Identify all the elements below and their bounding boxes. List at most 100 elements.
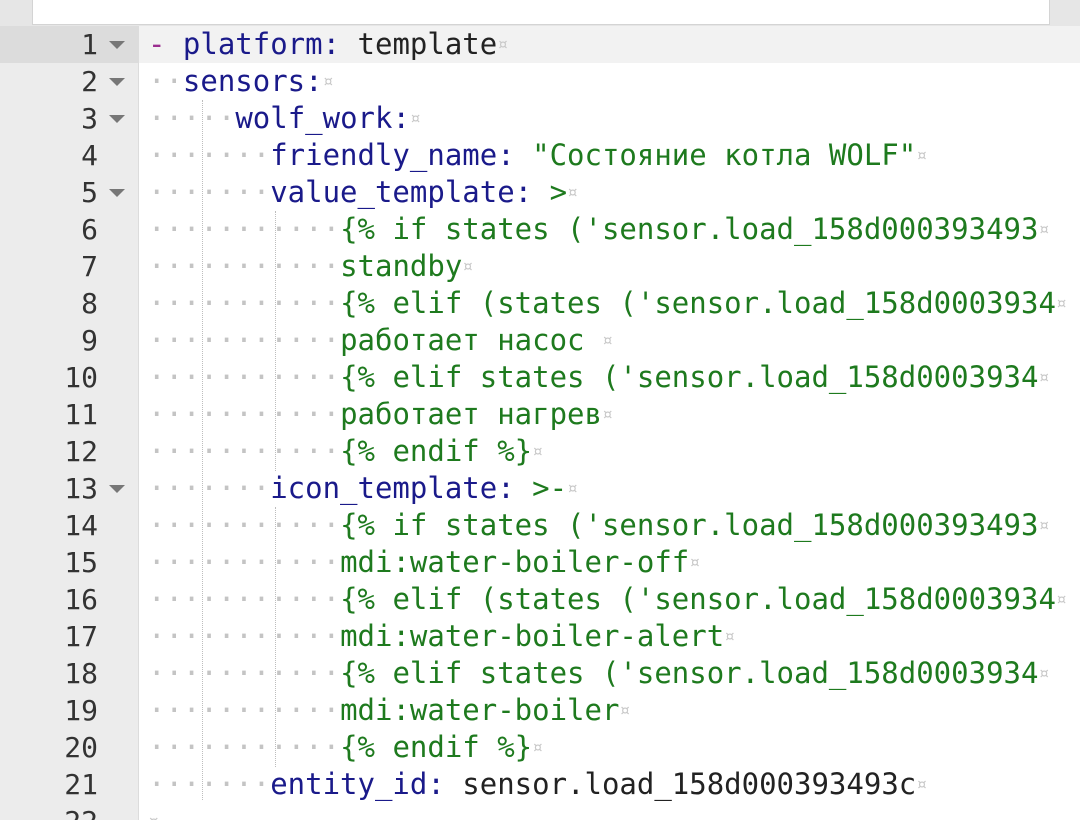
code-line[interactable]: 21 ·······entity_id: sensor.load_158d0003… (0, 766, 1080, 803)
whitespace-dots: ··········· (148, 693, 341, 727)
code-text: ···········{% elif (states ('sensor.load… (148, 581, 1067, 618)
line-number: 21 (64, 768, 98, 801)
code-text: ··sensors:¤ (148, 63, 333, 100)
line-number: 10 (64, 361, 98, 394)
whitespace-dots: ··········· (148, 249, 341, 283)
code-line[interactable]: 22 ¤ (0, 803, 1080, 820)
end-of-line-marker: ¤ (322, 71, 334, 92)
code-token: sensors: (182, 64, 323, 98)
code-line[interactable]: 1 - platform: template¤ (0, 26, 1080, 63)
code-token: standby (340, 249, 463, 283)
fold-triangle-icon[interactable] (109, 41, 125, 49)
whitespace-dots: ······· (148, 471, 271, 505)
code-token: mdi:water-boiler (340, 693, 620, 727)
line-number: 6 (81, 213, 98, 246)
end-of-line-marker: ¤ (689, 552, 701, 573)
code-text: ·······friendly_name: "Состояние котла W… (148, 137, 927, 174)
code-token: entity_id: (270, 767, 445, 801)
code-text: ···········{% endif %}¤ (148, 433, 543, 470)
whitespace-dots: ··········· (148, 323, 341, 357)
code-line[interactable]: 20 ···········{% endif %}¤ (0, 729, 1080, 766)
line-number: 2 (81, 65, 98, 98)
code-token: > (532, 175, 568, 209)
end-of-line-marker: ¤ (1055, 293, 1067, 314)
code-line[interactable]: 2 ··sensors:¤ (0, 63, 1080, 100)
end-of-line-marker: ¤ (1038, 515, 1050, 536)
code-text: ·····wolf_work:¤ (148, 100, 421, 137)
code-token: {% if states ('sensor.load_158d000393493 (340, 212, 1039, 246)
code-token: template (340, 27, 498, 61)
end-of-line-marker: ¤ (916, 774, 928, 795)
end-of-line-marker: ¤ (462, 256, 474, 277)
code-line[interactable]: 19 ···········mdi:water-boiler¤ (0, 692, 1080, 729)
code-token: friendly_name: (270, 138, 515, 172)
code-text: ···········{% elif (states ('sensor.load… (148, 285, 1067, 322)
whitespace-dots: ··········· (148, 434, 341, 468)
whitespace-dots: ··········· (148, 582, 341, 616)
code-line[interactable]: 8 ···········{% elif (states ('sensor.loa… (0, 285, 1080, 322)
code-line[interactable]: 15 ···········mdi:water-boiler-off¤ (0, 544, 1080, 581)
code-text: ···········standby¤ (148, 248, 473, 285)
code-line[interactable]: 17 ···········mdi:water-boiler-alert¤ (0, 618, 1080, 655)
whitespace-dots: ······· (148, 767, 271, 801)
code-text: ···········mdi:water-boiler¤ (148, 692, 630, 729)
code-line[interactable]: 18 ···········{% elif states ('sensor.loa… (0, 655, 1080, 692)
line-number: 4 (81, 139, 98, 172)
code-text: ···········работает нагрев¤ (148, 396, 613, 433)
whitespace-dots: ··········· (148, 360, 341, 394)
code-line[interactable]: 6 ···········{% if states ('sensor.load_1… (0, 211, 1080, 248)
whitespace-dots: ··········· (148, 286, 341, 320)
whitespace-dots: ··········· (148, 508, 341, 542)
code-token: {% elif (states ('sensor.load_158d000393… (340, 582, 1056, 616)
end-of-line-marker: ¤ (567, 182, 578, 203)
whitespace-dots: ·· (148, 64, 183, 98)
code-line[interactable]: 14 ···········{% if states ('sensor.load_… (0, 507, 1080, 544)
fold-triangle-icon[interactable] (109, 115, 125, 123)
code-token: value_template: (270, 175, 533, 209)
code-token: platform: (182, 27, 341, 61)
fold-triangle-icon[interactable] (109, 189, 125, 197)
code-token: {% if states ('sensor.load_158d000393493 (340, 508, 1039, 542)
code-token: wolf_work: (235, 101, 410, 135)
code-token: работает насос (340, 323, 602, 357)
code-text: ···········{% elif states ('sensor.load_… (148, 359, 1049, 396)
end-of-line-marker: ¤ (619, 700, 631, 721)
end-of-line-marker: ¤ (532, 441, 543, 462)
code-line[interactable]: 4 ·······friendly_name: "Состояние котла … (0, 137, 1080, 174)
code-line[interactable]: 7 ···········standby¤ (0, 248, 1080, 285)
code-line[interactable]: 11 ···········работает нагрев¤ (0, 396, 1080, 433)
code-token: {% elif states ('sensor.load_158d0003934 (340, 656, 1039, 690)
fold-triangle-icon[interactable] (109, 485, 125, 493)
code-text: ···········{% elif states ('sensor.load_… (148, 655, 1049, 692)
end-of-line-marker: ¤ (1038, 367, 1050, 388)
end-of-line-marker: ¤ (1038, 219, 1050, 240)
code-token: работает нагрев (340, 397, 602, 431)
line-number: 1 (81, 28, 98, 61)
line-number: 20 (64, 731, 98, 764)
whitespace-dots: ··········· (148, 730, 341, 764)
code-token: mdi:water-boiler-alert (340, 619, 725, 653)
code-line[interactable]: 16 ···········{% elif (states ('sensor.lo… (0, 581, 1080, 618)
code-text: ···········{% if states ('sensor.load_15… (148, 211, 1049, 248)
code-editor[interactable]: 1- platform: template¤ 2 ··sensors:¤ 3 ·····… (0, 26, 1080, 820)
code-text: - platform: template¤ (148, 26, 508, 63)
code-line[interactable]: 13 ·······icon_template: >-¤ (0, 470, 1080, 507)
line-number: 12 (64, 435, 98, 468)
code-line[interactable]: 5 ·······value_template: >¤ (0, 174, 1080, 211)
code-line[interactable]: 9 ···········работает насос ¤ (0, 322, 1080, 359)
end-of-line-marker: ¤ (567, 478, 578, 499)
code-line[interactable]: 12 ···········{% endif %}¤ (0, 433, 1080, 470)
line-number: 13 (64, 472, 98, 505)
line-number: 3 (81, 102, 98, 135)
code-token: {% elif (states ('sensor.load_158d000393… (340, 286, 1056, 320)
line-number: 15 (64, 546, 98, 579)
code-line[interactable]: 3 ·····wolf_work:¤ (0, 100, 1080, 137)
end-of-line-marker: ¤ (724, 626, 736, 647)
end-of-line-marker: ¤ (148, 811, 159, 820)
code-text: ···········mdi:water-boiler-alert¤ (148, 618, 735, 655)
whitespace-dots: ······· (148, 175, 271, 209)
end-of-line-marker: ¤ (1055, 589, 1067, 610)
code-token: >- (514, 471, 568, 505)
code-line[interactable]: 10 ···········{% elif states ('sensor.loa… (0, 359, 1080, 396)
fold-triangle-icon[interactable] (109, 78, 125, 86)
